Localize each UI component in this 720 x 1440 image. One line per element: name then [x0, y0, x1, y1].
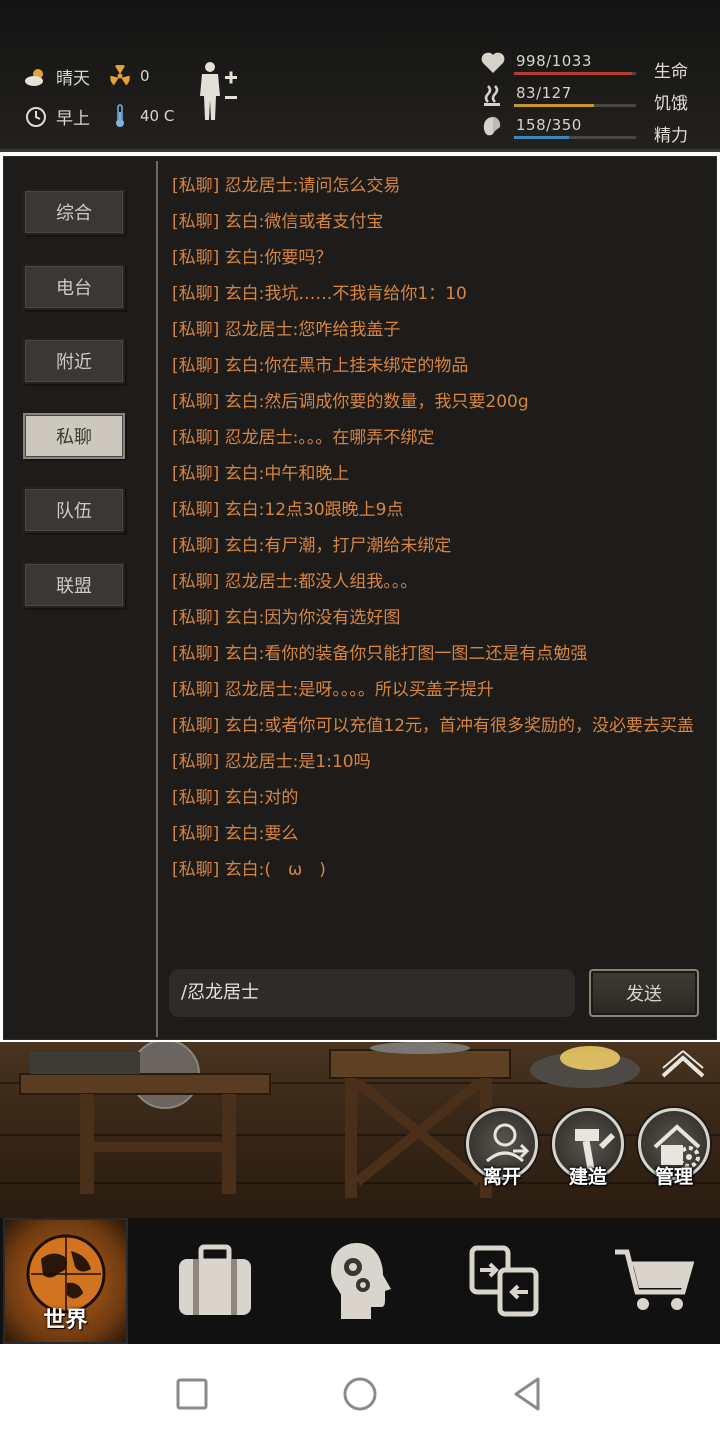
- tab-team[interactable]: 队伍: [23, 487, 125, 533]
- chat-message: [私聊] 忍龙居士:。。。在哪弄不绑定: [172, 428, 435, 448]
- circle-icon: [343, 1377, 377, 1411]
- tab-alliance[interactable]: 联盟: [23, 562, 125, 608]
- nav-world[interactable]: 世界: [3, 1218, 128, 1344]
- tab-nearby[interactable]: 附近: [23, 338, 125, 384]
- body-status-button[interactable]: [196, 60, 246, 124]
- cloud-sun-icon: [24, 65, 48, 89]
- chat-message: [私聊] 玄白:中午和晚上: [172, 464, 350, 484]
- energy-bar: 158/350 精力: [480, 112, 720, 146]
- bottom-nav: 世界: [0, 1218, 720, 1344]
- chat-message: [私聊] 忍龙居士:请问怎么交易: [172, 176, 401, 196]
- panel-divider: [156, 161, 158, 1037]
- manage-label: 管理: [654, 1166, 693, 1188]
- steam-icon: [484, 85, 500, 106]
- energy-value: 158/350: [516, 116, 582, 134]
- back-button[interactable]: [508, 1374, 548, 1414]
- status-bar: 晴天 0 早上 40 C 998/1033 生命 83/127 饥饿 158/3…: [0, 0, 720, 152]
- chat-message: [私聊] 玄白:因为你没有选好图: [172, 608, 401, 628]
- chat-message: [私聊] 玄白:或者你可以充值12元，首冲有很多奖励的，没必要去买盖: [172, 716, 695, 736]
- chat-message: [私聊] 玄白:( ω ): [172, 860, 326, 880]
- weather-status: 晴天: [24, 64, 90, 89]
- chat-message: [私聊] 玄白:12点30跟晚上9点: [172, 500, 404, 520]
- health-track: [514, 72, 636, 75]
- radiation-text: 0: [140, 67, 150, 85]
- energy-label: 精力: [654, 126, 688, 146]
- weather-text: 晴天: [56, 69, 90, 89]
- health-bar: 998/1033 生命: [480, 48, 720, 82]
- message-list[interactable]: [私聊] 忍龙居士:请问怎么交易 [私聊] 玄白:微信或者支付宝 [私聊] 玄白…: [172, 171, 704, 891]
- chat-message: [私聊] 忍龙居士:您咋给我盖子: [172, 320, 401, 340]
- temperature-text: 40 C: [140, 107, 175, 125]
- time-text: 早上: [56, 109, 90, 129]
- chat-message: [私聊] 玄白:你在黑市上挂未绑定的物品: [172, 356, 469, 376]
- energy-fill: [514, 136, 570, 139]
- health-fill: [514, 72, 632, 75]
- health-value: 998/1033: [516, 52, 592, 70]
- body-figure-icon: [200, 62, 237, 120]
- head-gears-icon: [331, 1243, 391, 1319]
- health-label: 生命: [654, 62, 688, 82]
- back-triangle-icon: [514, 1377, 540, 1411]
- chat-message: [私聊] 玄白:看你的装备你只能打图一图二还是有点勉强: [172, 644, 588, 664]
- chat-message: [私聊] 玄白:你要吗？: [172, 248, 333, 268]
- exchange-icon: [469, 1245, 539, 1317]
- chat-message: [私聊] 玄白:要么: [172, 824, 299, 844]
- tab-general[interactable]: 综合: [23, 189, 125, 235]
- nav-trade[interactable]: [440, 1218, 570, 1344]
- lung-icon: [483, 117, 501, 136]
- time-status: 早上: [24, 104, 90, 129]
- home-button[interactable]: [340, 1374, 380, 1414]
- thermometer-icon: [108, 104, 132, 128]
- leave-label: 离开: [482, 1166, 521, 1188]
- cart-icon: [615, 1249, 695, 1310]
- camp-scene: 离开 建造 管理: [0, 1042, 720, 1218]
- build-button[interactable]: 建造: [552, 1108, 624, 1188]
- tab-radio[interactable]: 电台: [23, 264, 125, 310]
- chat-message: [私聊] 玄白:我坑……不我肯给你1：10: [172, 284, 467, 304]
- system-nav-bar: [0, 1344, 720, 1440]
- send-button[interactable]: 发送: [589, 969, 699, 1017]
- hunger-track: [514, 104, 636, 107]
- hunger-bar: 83/127 饥饿: [480, 80, 720, 114]
- nav-shop[interactable]: [590, 1218, 720, 1344]
- suitcase-icon: [179, 1244, 251, 1315]
- leave-button[interactable]: 离开: [466, 1108, 538, 1188]
- chat-message: [私聊] 忍龙居士:是呀。。。。所以买盖子提升: [172, 680, 494, 700]
- chat-message: [私聊] 玄白:有尸潮，打尸潮给未绑定: [172, 536, 452, 556]
- hunger-value: 83/127: [516, 84, 572, 102]
- chat-message: [私聊] 忍龙居士:都没人组我。。。: [172, 572, 418, 592]
- chat-message: [私聊] 玄白:对的: [172, 788, 299, 808]
- tab-private[interactable]: 私聊: [23, 413, 125, 459]
- chat-message: [私聊] 忍龙居士:是1:10吗: [172, 752, 371, 772]
- nav-skills[interactable]: [295, 1218, 425, 1344]
- radiation-status: 0: [108, 64, 150, 88]
- hunger-label: 饥饿: [654, 94, 688, 114]
- heart-icon: [481, 52, 505, 73]
- manage-button[interactable]: 管理: [638, 1108, 710, 1188]
- chat-message: [私聊] 玄白:微信或者支付宝: [172, 212, 384, 232]
- chat-input[interactable]: /忍龙居士: [169, 969, 575, 1017]
- temperature-status: 40 C: [108, 104, 174, 128]
- square-icon: [176, 1378, 208, 1410]
- hunger-fill: [514, 104, 594, 107]
- energy-track: [514, 136, 636, 139]
- build-label: 建造: [568, 1166, 607, 1188]
- recent-apps-button[interactable]: [172, 1374, 212, 1414]
- radiation-icon: [108, 64, 132, 88]
- nav-world-label: 世界: [43, 1308, 88, 1333]
- chat-panel: 综合 电台 附近 私聊 队伍 联盟 [私聊] 忍龙居士:请问怎么交易 [私聊] …: [3, 156, 717, 1040]
- collapse-chevron-icon[interactable]: [660, 1050, 706, 1080]
- clock-icon: [24, 105, 48, 129]
- chat-message: [私聊] 玄白:然后调成你要的数量，我只要200g: [172, 392, 529, 412]
- nav-inventory[interactable]: [150, 1218, 280, 1344]
